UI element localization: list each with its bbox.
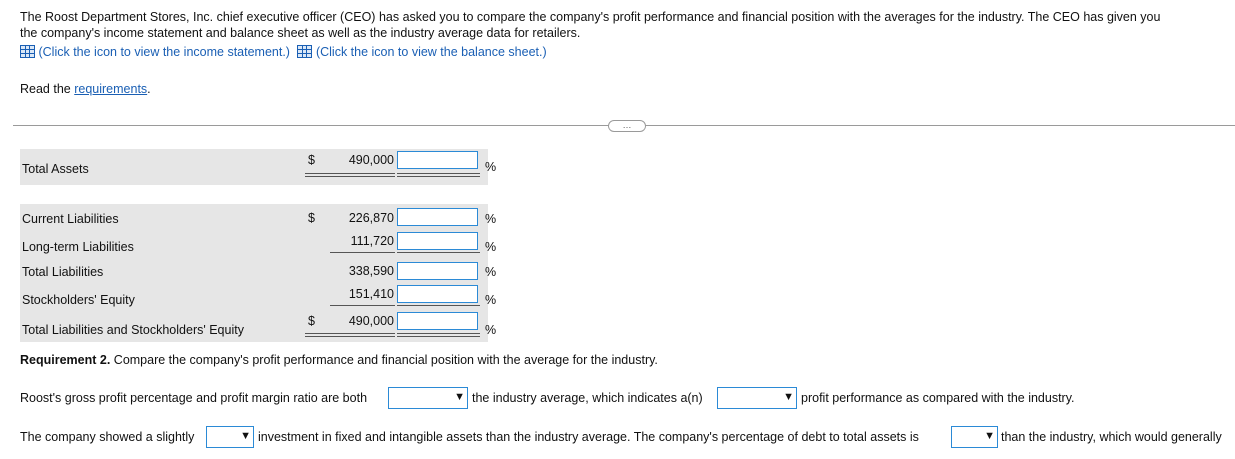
dropdown-arrow-icon: ▼ bbox=[454, 391, 465, 403]
profit-comparison-dropdown[interactable]: ▼ bbox=[388, 387, 468, 409]
single-underline bbox=[397, 252, 480, 253]
statement-links: (Click the icon to view the income state… bbox=[20, 45, 547, 59]
total-liabilities-equity-percent-input[interactable] bbox=[397, 312, 478, 330]
total-assets-percent-input[interactable] bbox=[397, 151, 478, 169]
long-term-liabilities-percent-input[interactable] bbox=[397, 232, 478, 250]
double-underline bbox=[397, 173, 480, 174]
table-grid-icon[interactable] bbox=[297, 45, 313, 58]
stockholders-equity-label: Stockholders' Equity bbox=[22, 293, 135, 307]
requirement-2: Requirement 2. Compare the company's pro… bbox=[20, 353, 658, 367]
stockholders-equity-pct-sign: % bbox=[485, 293, 497, 307]
sentence2-part3: than the industry, which would generally bbox=[1001, 430, 1222, 444]
total-assets-pct-sign: % bbox=[485, 160, 497, 174]
current-liabilities-percent-input[interactable] bbox=[397, 208, 478, 226]
double-underline bbox=[397, 176, 480, 177]
double-underline bbox=[397, 333, 480, 334]
sentence1-part1: Roost's gross profit percentage and prof… bbox=[20, 391, 368, 405]
double-underline bbox=[305, 336, 395, 337]
total-liabilities-pct-sign: % bbox=[485, 265, 497, 279]
sentence2-part1: The company showed a slightly bbox=[20, 430, 195, 444]
current-liabilities-pct-sign: % bbox=[485, 212, 497, 226]
sentence2-part2: investment in fixed and intangible asset… bbox=[258, 430, 919, 444]
single-underline bbox=[330, 252, 395, 253]
total-assets-currency: $ bbox=[308, 153, 315, 167]
debt-comparison-dropdown[interactable]: ▼ bbox=[951, 426, 998, 448]
double-underline bbox=[305, 333, 395, 334]
intro-line-1: The Roost Department Stores, Inc. chief … bbox=[20, 10, 1161, 24]
double-underline bbox=[305, 176, 395, 177]
sentence1-part3: profit performance as compared with the … bbox=[801, 391, 1075, 405]
current-liabilities-label: Current Liabilities bbox=[22, 212, 119, 226]
table-grid-icon[interactable] bbox=[20, 45, 35, 58]
total-liabilities-equity-pct-sign: % bbox=[485, 323, 497, 337]
double-underline bbox=[305, 173, 395, 174]
read-requirements: Read the requirements. bbox=[20, 82, 151, 96]
double-underline bbox=[397, 336, 480, 337]
long-term-liabilities-label: Long-term Liabilities bbox=[22, 240, 134, 254]
total-liabilities-equity-value: 490,000 bbox=[348, 314, 394, 328]
intro-line-2: the company's income statement and balan… bbox=[20, 26, 581, 40]
total-liabilities-value: 338,590 bbox=[348, 264, 394, 278]
income-statement-link[interactable]: (Click the icon to view the income state… bbox=[38, 45, 290, 59]
single-underline bbox=[397, 305, 480, 306]
expand-ellipsis-button[interactable]: … bbox=[608, 120, 646, 132]
performance-dropdown[interactable]: ▼ bbox=[717, 387, 797, 409]
current-liabilities-value: 226,870 bbox=[348, 211, 394, 225]
total-liabilities-equity-currency: $ bbox=[308, 314, 315, 328]
total-liabilities-equity-label: Total Liabilities and Stockholders' Equi… bbox=[22, 323, 244, 337]
requirements-link[interactable]: requirements bbox=[74, 82, 147, 96]
total-assets-label: Total Assets bbox=[22, 162, 89, 176]
sentence1-part2: the industry average, which indicates a(… bbox=[472, 391, 703, 405]
dropdown-arrow-icon: ▼ bbox=[783, 391, 794, 403]
dropdown-arrow-icon: ▼ bbox=[984, 430, 995, 442]
total-liabilities-label: Total Liabilities bbox=[22, 265, 104, 279]
stockholders-equity-value: 151,410 bbox=[348, 287, 394, 301]
single-underline bbox=[330, 305, 395, 306]
current-liabilities-currency: $ bbox=[308, 211, 315, 225]
stockholders-equity-percent-input[interactable] bbox=[397, 285, 478, 303]
dropdown-arrow-icon: ▼ bbox=[240, 430, 251, 442]
long-term-liabilities-value: 111,720 bbox=[350, 234, 394, 248]
investment-level-dropdown[interactable]: ▼ bbox=[206, 426, 254, 448]
total-liabilities-percent-input[interactable] bbox=[397, 262, 478, 280]
balance-sheet-link[interactable]: (Click the icon to view the balance shee… bbox=[316, 45, 547, 59]
total-assets-value: 490,000 bbox=[348, 153, 394, 167]
long-term-liabilities-pct-sign: % bbox=[485, 240, 497, 254]
